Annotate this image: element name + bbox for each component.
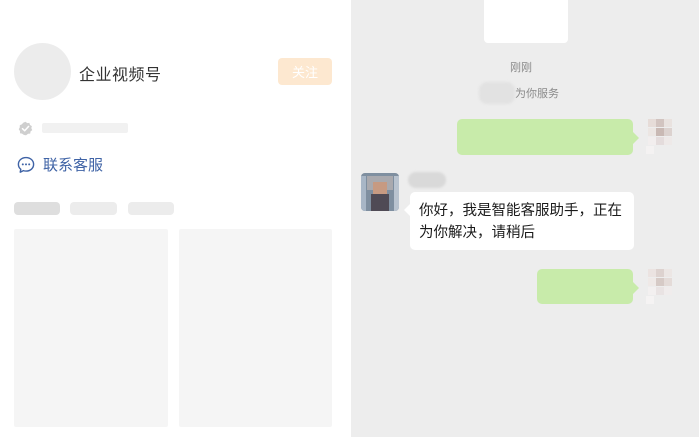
tab-placeholder: [14, 202, 60, 215]
blurred-agent-name: [408, 172, 446, 188]
bubble-tail: [633, 132, 639, 144]
tab-placeholder: [70, 202, 117, 215]
bubble-tail: [633, 282, 639, 294]
tab-placeholder: [128, 202, 174, 215]
follow-button[interactable]: 关注: [278, 58, 332, 85]
video-card-placeholder: [179, 229, 332, 427]
incoming-message-bubble[interactable]: 你好，我是智能客服助手，正在为你解决，请稍后: [404, 192, 634, 250]
verified-badge-icon: [18, 121, 33, 136]
system-notice: 为你服务: [479, 82, 559, 104]
system-notice-text: 为你服务: [515, 88, 559, 100]
contact-support-label: 联系客服: [43, 157, 104, 174]
verification-text-placeholder: [42, 123, 128, 133]
chat-bubble-icon: [17, 156, 35, 173]
outgoing-message-bubble[interactable]: [537, 269, 639, 304]
channel-avatar[interactable]: [14, 43, 71, 100]
channel-profile-panel: 企业视频号 关注 联系客服: [0, 0, 351, 437]
user-avatar[interactable]: [646, 119, 677, 155]
chat-panel: 刚刚 为你服务 你好，我是智能客服助手，正在为你解决，请稍后: [351, 0, 699, 437]
contact-support-link[interactable]: 联系客服: [17, 154, 103, 175]
agent-avatar[interactable]: [361, 173, 399, 211]
shared-card-preview[interactable]: [484, 0, 568, 43]
video-card-placeholder: [14, 229, 168, 427]
agent-message-text: 你好，我是智能客服助手，正在为你解决，请稍后: [419, 203, 622, 241]
message-timestamp: 刚刚: [510, 62, 532, 74]
channel-name: 企业视频号: [79, 67, 162, 84]
user-avatar[interactable]: [646, 269, 677, 305]
outgoing-message-bubble[interactable]: [457, 119, 639, 155]
bubble-tail: [404, 204, 410, 216]
blurred-agent-name: [479, 82, 515, 104]
